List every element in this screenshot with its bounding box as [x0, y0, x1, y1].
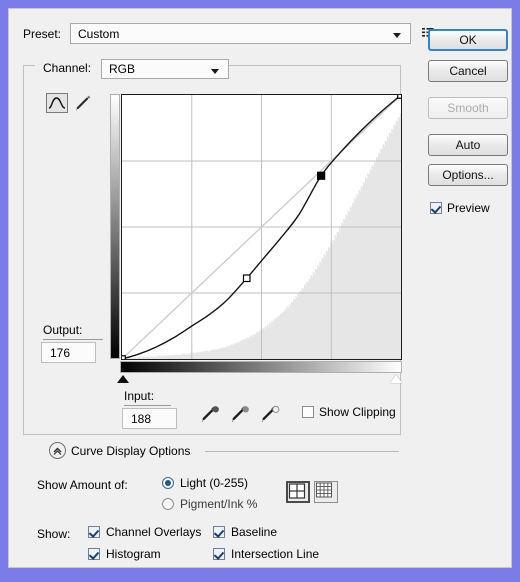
curves-dialog: Preset: Custom Channel: RGB Output: 176 … [8, 8, 512, 568]
white-point-slider[interactable] [390, 375, 402, 383]
ok-button[interactable]: OK [428, 29, 508, 51]
group-border-left [23, 65, 35, 66]
show-clipping-checkbox[interactable]: Show Clipping [302, 405, 396, 419]
checkbox-icon [302, 406, 314, 418]
input-value: 188 [131, 412, 152, 426]
set-white-point-eyedropper-icon[interactable] [259, 400, 281, 424]
preset-label: Preset: [23, 27, 62, 41]
pencil-tool-icon[interactable] [73, 93, 93, 113]
curves-graph[interactable] [121, 94, 402, 360]
checkbox-histogram[interactable]: Histogram [88, 547, 161, 561]
input-label: Input: [124, 389, 155, 403]
radio-light[interactable]: Light (0-255) [162, 476, 248, 490]
black-point-slider[interactable] [117, 375, 129, 383]
preview-label: Preview [447, 201, 490, 215]
chevron-down-icon [393, 33, 401, 38]
show-amount-label: Show Amount of: [37, 478, 128, 492]
channel-label: Channel: [40, 61, 95, 75]
baseline-label: Baseline [231, 525, 278, 539]
output-value: 176 [50, 346, 71, 360]
curve-display-options-title: Curve Display Options [71, 444, 191, 458]
histogram-label: Histogram [106, 547, 161, 561]
set-black-point-eyedropper-icon[interactable] [199, 400, 221, 424]
checkbox-icon [430, 202, 442, 214]
checkbox-channel-overlays[interactable]: Channel Overlays [88, 525, 201, 539]
show-clipping-label: Show Clipping [319, 405, 396, 419]
preset-dropdown[interactable]: Custom [70, 23, 411, 44]
checkbox-intersection-line[interactable]: Intersection Line [213, 547, 319, 561]
set-gray-point-eyedropper-icon[interactable] [229, 400, 251, 424]
show-label: Show: [37, 527, 71, 541]
curve-tool-icon[interactable] [46, 93, 68, 113]
curve-plot[interactable] [122, 95, 401, 359]
auto-button[interactable]: Auto [428, 134, 508, 156]
checkbox-baseline[interactable]: Baseline [213, 525, 277, 539]
output-field[interactable]: 176 [41, 342, 96, 363]
smooth-button: Smooth [428, 97, 508, 119]
cancel-button[interactable]: Cancel [428, 60, 508, 82]
radio-pigment-ink[interactable]: Pigment/Ink % [162, 497, 257, 511]
channel-value: RGB [109, 62, 136, 76]
preview-checkbox[interactable]: Preview [430, 201, 490, 215]
group-border-right [221, 65, 401, 66]
options-button[interactable]: Options... [428, 164, 508, 186]
checkbox-icon [213, 548, 225, 560]
grid-simple-icon[interactable] [286, 481, 310, 503]
section-divider [205, 451, 399, 452]
channel-overlays-label: Channel Overlays [106, 525, 202, 539]
radio-icon [162, 498, 174, 510]
checkbox-icon [213, 526, 225, 538]
checkbox-icon [88, 526, 100, 538]
radio-pigment-label: Pigment/Ink % [180, 497, 258, 511]
radio-light-label: Light (0-255) [180, 476, 249, 490]
grid-detailed-icon[interactable] [314, 481, 338, 503]
input-underline [124, 405, 171, 406]
intersection-line-label: Intersection Line [231, 547, 320, 561]
collapse-toggle-icon[interactable] [49, 442, 66, 459]
preset-value: Custom [78, 27, 120, 41]
horizontal-tone-gradient [120, 361, 402, 373]
output-label: Output: [43, 323, 83, 337]
channel-dropdown[interactable]: RGB [101, 59, 229, 79]
chevron-down-icon [211, 69, 219, 74]
input-field[interactable]: 188 [122, 408, 177, 429]
vertical-tone-gradient [110, 94, 120, 359]
checkbox-icon [88, 548, 100, 560]
radio-icon [162, 477, 174, 489]
output-underline [43, 339, 103, 340]
